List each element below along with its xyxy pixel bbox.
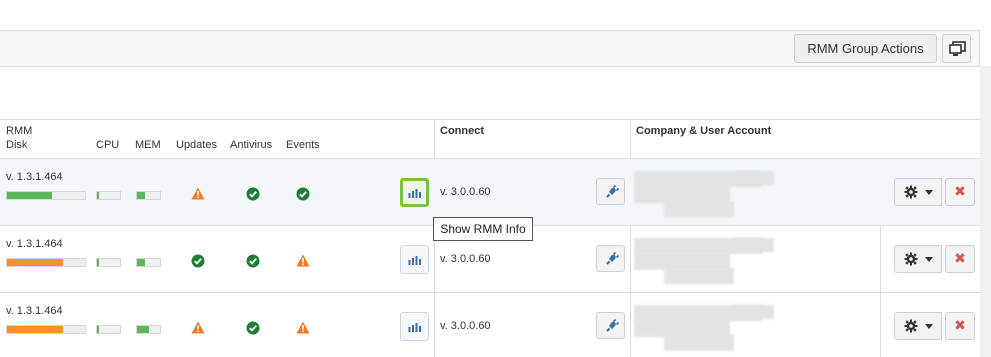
antivirus-check-circle-icon	[246, 321, 260, 335]
close-icon: ✖	[954, 318, 966, 334]
remote-monitor-button[interactable]	[942, 34, 971, 63]
show-rmm-info-button[interactable]	[400, 245, 429, 274]
close-icon: ✖	[954, 184, 966, 200]
col-updates: Updates	[176, 139, 217, 151]
caret-down-icon	[925, 324, 933, 329]
gear-icon	[904, 185, 918, 202]
grid-header: RMM Disk CPU MEM Updates Antivirus Event…	[0, 120, 980, 159]
connect-button[interactable]	[596, 312, 625, 339]
scroll-gutter	[980, 66, 991, 357]
caret-down-icon	[925, 257, 933, 262]
col-mem: MEM	[135, 139, 161, 151]
redacted-company-user	[634, 171, 774, 217]
events-warning-triangle-icon	[296, 321, 310, 335]
col-connect: Connect	[440, 125, 484, 137]
rmm-group-actions-button[interactable]: RMM Group Actions	[794, 34, 937, 63]
rmm-version: v. 1.3.1.464	[6, 171, 63, 183]
connect-version: v. 3.0.0.60	[440, 186, 491, 198]
delete-button[interactable]: ✖	[945, 178, 975, 206]
caret-down-icon	[925, 190, 933, 195]
mem-usage-bar	[136, 258, 161, 267]
disk-usage-bar	[6, 191, 86, 200]
col-antivirus: Antivirus	[230, 139, 273, 151]
device-row[interactable]: v. 1.3.1.464 v. 3.0.0.60 ✖	[0, 158, 980, 225]
disk-usage-bar	[6, 258, 86, 267]
updates-warning-triangle-icon	[191, 321, 205, 335]
col-disk: Disk	[6, 139, 28, 151]
antivirus-check-circle-icon	[246, 254, 260, 268]
connect-button[interactable]	[596, 245, 625, 272]
updates-check-circle-icon	[191, 254, 205, 268]
device-row[interactable]: v. 1.3.1.464 v. 3.0.0.60 ✖	[0, 292, 980, 357]
connect-button[interactable]	[596, 178, 625, 205]
col-events: Events	[286, 139, 320, 151]
show-rmm-info-button[interactable]	[400, 178, 429, 207]
events-warning-triangle-icon	[296, 254, 310, 268]
antivirus-check-circle-icon	[246, 187, 260, 201]
toolbar: RMM Group Actions	[0, 30, 980, 67]
gear-icon	[904, 252, 918, 269]
cpu-usage-bar	[96, 325, 121, 334]
disk-usage-bar	[6, 325, 86, 334]
redacted-company-user	[634, 305, 774, 351]
remote-monitor-icon	[949, 41, 966, 56]
cpu-usage-bar	[96, 191, 121, 200]
rmm-version: v. 1.3.1.464	[6, 305, 63, 317]
col-rmm: RMM	[6, 125, 33, 137]
cpu-usage-bar	[96, 258, 121, 267]
col-cpu: CPU	[96, 139, 120, 151]
rmm-version: v. 1.3.1.464	[6, 238, 63, 250]
rmm-info-tooltip: Show RMM Info	[433, 217, 533, 241]
show-rmm-info-button[interactable]	[400, 312, 429, 341]
mem-usage-bar	[136, 325, 161, 334]
connect-version: v. 3.0.0.60	[440, 320, 491, 332]
delete-button[interactable]: ✖	[945, 245, 975, 273]
close-icon: ✖	[954, 251, 966, 267]
events-check-circle-icon	[296, 187, 310, 201]
updates-warning-triangle-icon	[191, 187, 205, 201]
connect-version: v. 3.0.0.60	[440, 253, 491, 265]
row-settings-dropdown[interactable]	[894, 178, 942, 206]
row-settings-dropdown[interactable]	[894, 312, 942, 340]
row-settings-dropdown[interactable]	[894, 245, 942, 273]
redacted-company-user	[634, 238, 774, 284]
delete-button[interactable]: ✖	[945, 312, 975, 340]
gear-icon	[904, 319, 918, 336]
mem-usage-bar	[136, 191, 161, 200]
col-company-user: Company & User Account	[636, 125, 772, 137]
